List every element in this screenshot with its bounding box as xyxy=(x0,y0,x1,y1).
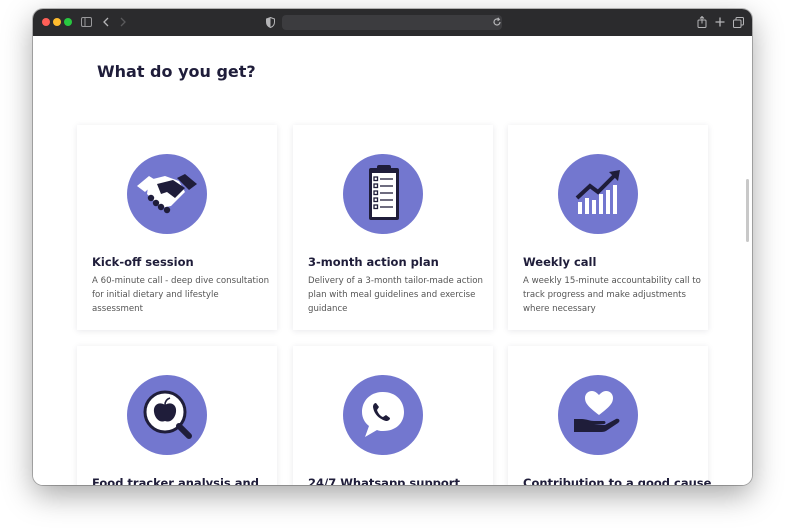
share-icon[interactable] xyxy=(697,15,707,31)
benefit-card-weekly-call: Weekly call A weekly 15-minute accountab… xyxy=(508,125,708,330)
zoom-window-button[interactable] xyxy=(64,18,72,26)
plus-icon[interactable] xyxy=(715,17,725,30)
benefit-card-whatsapp: 24/7 Whatsapp support xyxy=(293,346,493,485)
reload-icon[interactable] xyxy=(492,17,502,30)
card-description: A 60-minute call - deep dive consultatio… xyxy=(92,276,270,314)
page-content: What do you get? Kick-off session A 60-m… xyxy=(33,36,752,485)
handshake-icon xyxy=(127,154,207,234)
close-window-button[interactable] xyxy=(42,18,50,26)
browser-toolbar xyxy=(33,9,752,37)
page-title: What do you get? xyxy=(97,62,256,81)
card-title: 3-month action plan xyxy=(308,255,439,269)
clipboard-icon xyxy=(343,154,423,234)
whatsapp-icon xyxy=(343,375,423,455)
card-title: 24/7 Whatsapp support xyxy=(308,476,460,485)
benefit-card-action-plan: 3-month action plan Delivery of a 3-mont… xyxy=(293,125,493,330)
card-description: Delivery of a 3-month tailor-made action… xyxy=(308,276,483,314)
card-title: Contribution to a good cause xyxy=(523,476,712,485)
tabs-overview-icon[interactable] xyxy=(733,17,744,31)
growth-chart-icon xyxy=(558,154,638,234)
card-description: A weekly 15-minute accountability call t… xyxy=(523,276,701,314)
benefit-card-kickoff: Kick-off session A 60-minute call - deep… xyxy=(77,125,277,330)
shield-icon xyxy=(266,16,275,31)
chevron-left-icon[interactable] xyxy=(102,17,110,30)
sidebar-icon[interactable] xyxy=(81,17,92,30)
heart-hand-icon xyxy=(558,375,638,455)
browser-window: What do you get? Kick-off session A 60-m… xyxy=(33,9,752,485)
minimize-window-button[interactable] xyxy=(53,18,61,26)
card-title: Food tracker analysis and xyxy=(92,476,259,485)
card-title: Weekly call xyxy=(523,255,597,269)
benefit-card-good-cause: Contribution to a good cause xyxy=(508,346,712,485)
card-title: Kick-off session xyxy=(92,255,194,269)
apple-magnifier-icon xyxy=(127,375,207,455)
benefit-card-food-tracker: Food tracker analysis and xyxy=(77,346,277,485)
chevron-right-icon[interactable] xyxy=(119,17,127,30)
address-bar[interactable] xyxy=(282,15,502,30)
scrollbar-thumb[interactable] xyxy=(746,179,749,242)
